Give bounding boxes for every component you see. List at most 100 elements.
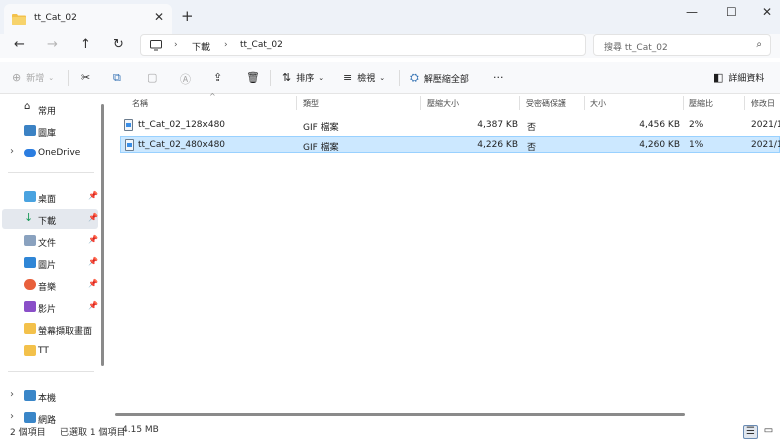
delete-icon[interactable]: 🗑 bbox=[246, 71, 260, 84]
pin-icon: 📌 bbox=[88, 279, 98, 288]
sidebar-item-downloads[interactable]: ↓ 下載 📌 bbox=[2, 209, 98, 229]
file-ratio: 2% bbox=[689, 120, 704, 130]
column-header-ratio[interactable]: 壓縮比 bbox=[689, 98, 713, 109]
back-button[interactable]: ← bbox=[14, 37, 25, 52]
search-input[interactable]: 搜尋 tt_Cat_02 bbox=[604, 40, 668, 53]
column-header-type[interactable]: 類型 bbox=[303, 98, 319, 109]
address-bar[interactable]: › 下載 › tt_Cat_02 bbox=[140, 34, 586, 56]
details-pane-button[interactable]: ◧ 詳細資料 bbox=[713, 71, 764, 84]
cut-icon[interactable]: ✂ bbox=[81, 71, 90, 84]
computer-icon bbox=[24, 390, 36, 401]
sidebar-item-onedrive[interactable]: › OneDrive bbox=[2, 143, 98, 163]
file-password-protected: 否 bbox=[527, 143, 537, 153]
column-divider[interactable] bbox=[296, 96, 297, 110]
file-size: 4,456 KB bbox=[639, 120, 680, 130]
selected-count: 已選取 1 個項目 bbox=[60, 428, 126, 438]
forward-button[interactable]: → bbox=[47, 37, 58, 52]
pin-icon: 📌 bbox=[88, 213, 98, 222]
gif-file-icon bbox=[125, 139, 134, 151]
column-divider[interactable] bbox=[683, 96, 684, 110]
sidebar-item-network[interactable]: › 網路 bbox=[2, 408, 98, 424]
paste-icon[interactable]: ▢ bbox=[147, 71, 157, 84]
home-icon: ⌂ bbox=[24, 101, 31, 112]
sort-label: 排序 bbox=[296, 74, 315, 84]
chevron-right-icon: › bbox=[10, 411, 14, 422]
refresh-button[interactable]: ↻ bbox=[113, 37, 124, 52]
sidebar-item-music[interactable]: 音樂 📌 bbox=[2, 275, 98, 295]
view-button[interactable]: ≡ 檢視 ⌄ bbox=[343, 71, 385, 84]
sidebar-item-documents[interactable]: 文件 📌 bbox=[2, 231, 98, 251]
desktop-icon bbox=[24, 191, 36, 202]
table-row[interactable]: tt_Cat_02_480x480 GIF 檔案 4,226 KB 否 4,26… bbox=[120, 136, 780, 153]
file-compressed-size: 4,387 KB bbox=[477, 120, 518, 130]
close-window-button[interactable]: ✕ bbox=[762, 5, 772, 19]
more-options-icon[interactable]: ··· bbox=[493, 71, 504, 84]
horizontal-scrollbar[interactable] bbox=[115, 413, 685, 416]
details-view-icon[interactable]: ☰ bbox=[743, 425, 758, 439]
plus-circle-icon: ⊕ bbox=[12, 71, 22, 84]
sidebar-item-this-pc[interactable]: › 本機 bbox=[2, 386, 98, 406]
breadcrumb-current-folder[interactable]: tt_Cat_02 bbox=[240, 40, 283, 50]
chevron-down-icon: ⌄ bbox=[318, 73, 325, 82]
view-list-icon: ≡ bbox=[343, 71, 353, 84]
file-name: tt_Cat_02_128x480 bbox=[138, 120, 226, 130]
sidebar-item-gallery[interactable]: 圖庫 bbox=[2, 121, 98, 141]
extract-all-button[interactable]: ⛭ 解壓縮全部 bbox=[410, 71, 469, 85]
file-compressed-size: 4,226 KB bbox=[477, 140, 518, 150]
column-header-size[interactable]: 大小 bbox=[590, 98, 606, 109]
chevron-down-icon: ⌄ bbox=[48, 73, 55, 82]
breadcrumb-downloads[interactable]: 下載 bbox=[192, 40, 210, 53]
file-type: GIF 檔案 bbox=[303, 123, 339, 133]
column-header-modified[interactable]: 修改日 bbox=[751, 98, 775, 109]
tiles-view-icon[interactable]: ▭ bbox=[761, 425, 776, 439]
chevron-down-icon: ⌄ bbox=[379, 73, 386, 82]
column-divider[interactable] bbox=[519, 96, 520, 110]
sort-icon: ⇅ bbox=[282, 71, 292, 84]
extract-label: 解壓縮全部 bbox=[423, 74, 469, 85]
maximize-button[interactable]: ☐ bbox=[726, 5, 737, 19]
file-modified: 2021/1 bbox=[751, 140, 780, 150]
new-button[interactable]: ⊕ 新增 ⌄ bbox=[12, 71, 54, 84]
tab-tt-cat-02[interactable]: tt_Cat_02 ✕ bbox=[4, 4, 172, 34]
navigation-bar: ← → ↑ ↻ › 下載 › tt_Cat_02 搜尋 tt_Cat_02 ⌕ bbox=[0, 34, 780, 58]
share-icon[interactable]: ⇪ bbox=[213, 71, 222, 84]
sidebar-divider bbox=[8, 172, 94, 173]
chevron-right-icon: › bbox=[10, 389, 14, 400]
pin-icon: 📌 bbox=[88, 235, 98, 244]
folder-icon bbox=[24, 323, 36, 334]
up-button[interactable]: ↑ bbox=[80, 37, 91, 52]
close-tab-icon[interactable]: ✕ bbox=[154, 10, 164, 24]
picture-icon bbox=[24, 257, 36, 268]
sidebar-item-screenshots[interactable]: 螢幕擷取畫面 bbox=[2, 319, 98, 339]
column-header-compressed-size[interactable]: 壓縮大小 bbox=[427, 98, 459, 109]
column-header-password-protected[interactable]: 受密碼保護 bbox=[526, 98, 566, 109]
tab-title: tt_Cat_02 bbox=[34, 13, 77, 23]
sidebar-item-tt[interactable]: TT bbox=[2, 341, 98, 361]
sidebar-item-videos[interactable]: 影片 📌 bbox=[2, 297, 98, 317]
column-divider[interactable] bbox=[744, 96, 745, 110]
chevron-right-icon: › bbox=[10, 146, 14, 157]
toolbar-divider bbox=[270, 70, 271, 86]
sort-button[interactable]: ⇅ 排序 ⌄ bbox=[282, 71, 324, 84]
table-row[interactable]: tt_Cat_02_128x480 GIF 檔案 4,387 KB 否 4,45… bbox=[120, 117, 780, 134]
copy-icon[interactable]: ⧉ bbox=[113, 71, 121, 85]
file-password-protected: 否 bbox=[527, 123, 537, 133]
search-box[interactable]: 搜尋 tt_Cat_02 ⌕ bbox=[593, 34, 771, 56]
sidebar-scrollbar[interactable] bbox=[101, 104, 104, 366]
sidebar-item-desktop[interactable]: 桌面 📌 bbox=[2, 187, 98, 207]
download-icon: ↓ bbox=[24, 211, 34, 224]
video-icon bbox=[24, 301, 36, 312]
new-tab-button[interactable]: + bbox=[181, 7, 194, 25]
folder-icon bbox=[24, 345, 36, 356]
column-header-name[interactable]: 名稱 bbox=[132, 98, 148, 109]
sidebar-item-pictures[interactable]: 圖片 📌 bbox=[2, 253, 98, 273]
gif-file-icon bbox=[124, 119, 133, 131]
sidebar-item-home[interactable]: ⌂ 常用 bbox=[2, 99, 98, 119]
details-label: 詳細資料 bbox=[728, 74, 765, 84]
file-name: tt_Cat_02_480x480 bbox=[138, 140, 226, 150]
monitor-icon bbox=[150, 40, 162, 51]
column-divider[interactable] bbox=[420, 96, 421, 110]
minimize-button[interactable]: — bbox=[686, 5, 698, 19]
column-divider[interactable] bbox=[584, 96, 585, 110]
rename-icon[interactable]: Ⓐ bbox=[180, 71, 191, 87]
